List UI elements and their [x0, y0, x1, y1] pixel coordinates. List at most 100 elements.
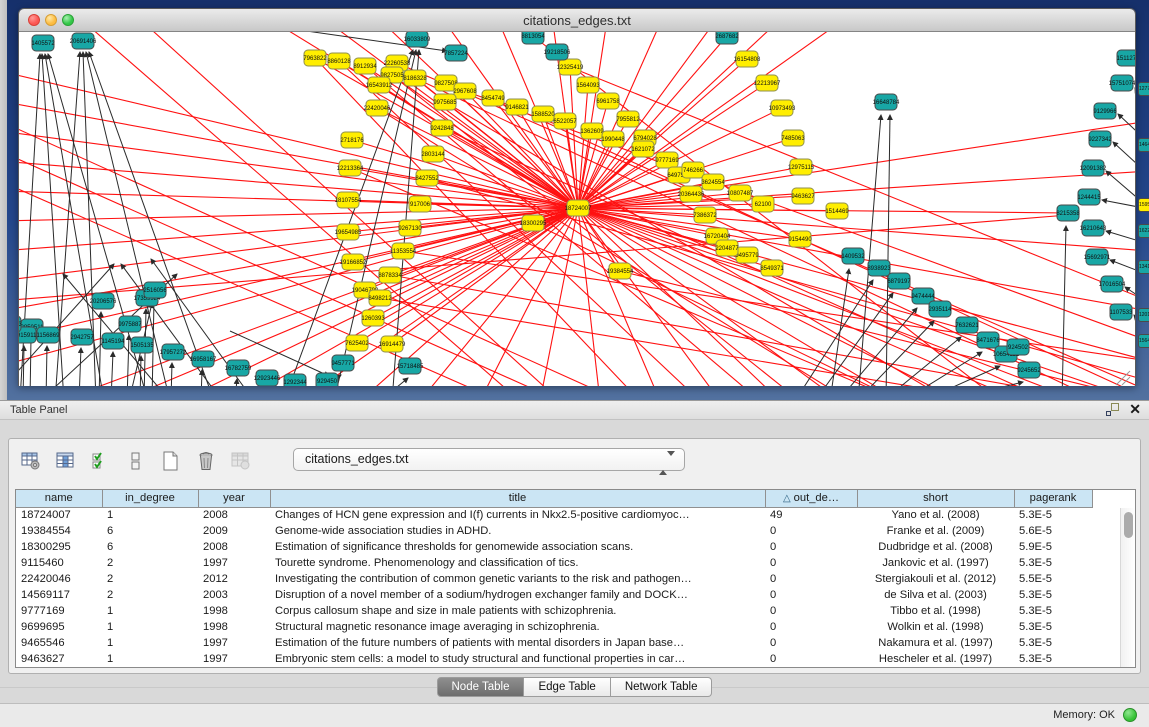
svg-text:9777169: 9777169 — [655, 158, 679, 164]
tab-network-table[interactable]: Network Table — [611, 677, 713, 697]
svg-text:16210643: 16210643 — [1080, 226, 1107, 232]
table-tabs-row: Node Table Edge Table Network Table — [0, 677, 1149, 699]
column-header-year[interactable]: year — [198, 490, 270, 507]
table-row[interactable]: 946362711997Embryonic stem cells: a mode… — [16, 651, 1120, 667]
tab-edge-table[interactable]: Edge Table — [524, 677, 610, 697]
table-row[interactable]: 946554611997Estimation of the future num… — [16, 635, 1120, 651]
svg-text:9227342: 9227342 — [1088, 137, 1112, 143]
svg-text:16154808: 16154808 — [734, 57, 761, 63]
svg-text:17016504: 17016504 — [1099, 282, 1126, 288]
delete-table-button[interactable] — [229, 449, 253, 473]
table-selector-dropdown[interactable]: citations_edges.txt — [293, 448, 685, 471]
svg-text:7625402: 7625402 — [345, 341, 369, 347]
column-header-title[interactable]: title — [270, 490, 765, 507]
network-desktop: citations_edges.txt 18724007796382288601… — [0, 0, 1149, 400]
table-panel: Table Panel ✕ — [0, 400, 1149, 703]
graph-node[interactable]: 15958 — [1138, 198, 1149, 212]
column-header-out-degree[interactable]: △out_de… — [765, 490, 857, 507]
svg-text:12325419: 12325419 — [557, 65, 584, 71]
node-table-subpanel: f(x) citations_edges.txt name in_degree — [8, 438, 1141, 674]
svg-text:8215358: 8215358 — [1056, 211, 1080, 217]
svg-text:9146821: 9146821 — [505, 105, 529, 111]
svg-text:9267130: 9267130 — [398, 226, 422, 232]
table-row[interactable]: 969969511998Structural magnetic resonanc… — [16, 619, 1120, 635]
svg-text:8912934: 8912934 — [353, 64, 377, 70]
svg-text:1505135: 1505135 — [130, 343, 154, 349]
table-row[interactable]: 1830029562008Estimation of significance … — [16, 539, 1120, 555]
column-header-filler — [1092, 490, 1120, 507]
svg-text:8498212: 8498212 — [368, 296, 392, 302]
svg-text:8878334: 8878334 — [378, 273, 402, 279]
table-scrollbar[interactable] — [1120, 508, 1135, 667]
svg-text:9245652: 9245652 — [1017, 368, 1041, 374]
svg-text:7955812: 7955812 — [616, 117, 640, 123]
column-header-in-degree[interactable]: in_degree — [102, 490, 198, 507]
table-mode-button[interactable] — [19, 449, 43, 473]
graph-node[interactable]: 146432 — [1138, 138, 1149, 152]
show-columns-button[interactable] — [54, 449, 78, 473]
svg-text:2803144: 2803144 — [421, 152, 445, 158]
create-column-button[interactable] — [159, 449, 183, 473]
table-row[interactable]: 1938455462009Genome-wide association stu… — [16, 523, 1120, 539]
svg-text:10973493: 10973493 — [769, 106, 796, 112]
svg-text:12975115: 12975115 — [788, 165, 815, 171]
svg-text:7485063: 7485063 — [781, 136, 805, 142]
svg-text:8454749: 8454749 — [481, 96, 505, 102]
graph-node[interactable]: 134125 — [1138, 260, 1149, 274]
graph-node[interactable]: 120103 — [1138, 308, 1149, 322]
svg-text:1511274: 1511274 — [1117, 56, 1135, 62]
svg-text:15718485: 15718485 — [397, 364, 424, 370]
table-row[interactable]: 2242004622012Investigating the contribut… — [16, 571, 1120, 587]
svg-text:8186328: 8186328 — [403, 76, 427, 82]
graph-node[interactable]: 162213 — [1138, 224, 1149, 238]
svg-text:6961758: 6961758 — [596, 99, 620, 105]
svg-text:2204877: 2204877 — [715, 246, 739, 252]
column-header-short[interactable]: short — [857, 490, 1014, 507]
svg-text:18300295: 18300295 — [520, 221, 547, 227]
svg-text:22420046: 22420046 — [364, 106, 391, 112]
svg-text:6879197: 6879197 — [887, 279, 911, 285]
svg-text:19384554: 19384554 — [607, 269, 634, 275]
svg-text:20364436: 20364436 — [678, 192, 705, 198]
table-row[interactable]: 977716911998Corpus callosum shape and si… — [16, 603, 1120, 619]
clear-selection-button[interactable] — [124, 449, 148, 473]
column-header-pagerank[interactable]: pagerank — [1014, 490, 1092, 507]
network-window-titlebar[interactable]: citations_edges.txt — [19, 9, 1135, 32]
svg-text:2687682: 2687682 — [715, 34, 739, 40]
select-all-button[interactable] — [89, 449, 113, 473]
delete-column-button[interactable] — [194, 449, 218, 473]
svg-text:9463627: 9463627 — [791, 194, 815, 200]
svg-text:746266: 746266 — [683, 168, 704, 174]
graph-node[interactable]: 127743 — [1138, 82, 1149, 96]
table-scrollbar-thumb[interactable] — [1124, 512, 1133, 538]
status-bar: Memory: OK — [0, 703, 1149, 727]
svg-text:18724007: 18724007 — [565, 206, 592, 212]
graph-node[interactable]: 156440 — [1138, 334, 1149, 348]
table-row[interactable]: 1872400712008Changes of HCN gene express… — [16, 507, 1120, 523]
svg-text:2935114: 2935114 — [929, 307, 953, 313]
svg-text:8860128: 8860128 — [327, 59, 351, 65]
memory-status-label: Memory: OK — [1053, 709, 1115, 721]
svg-text:12213967: 12213967 — [754, 81, 781, 87]
float-panel-icon[interactable] — [1106, 403, 1119, 416]
node-table-body: 1872400712008Changes of HCN gene express… — [16, 507, 1120, 667]
svg-text:16720404: 16720404 — [704, 234, 731, 240]
network-canvas[interactable]: 1872400779638228860128891293422260538982… — [19, 32, 1135, 386]
svg-text:924502: 924502 — [1008, 345, 1029, 351]
svg-text:11353554: 11353554 — [390, 249, 417, 255]
close-panel-icon[interactable]: ✕ — [1129, 403, 1141, 416]
node-table: name in_degree year title △out_de… short… — [15, 489, 1136, 668]
svg-text:62100: 62100 — [755, 202, 772, 208]
network-window: citations_edges.txt 18724007796382288601… — [18, 8, 1136, 386]
memory-status-icon[interactable] — [1123, 708, 1137, 722]
svg-text:1588520: 1588520 — [531, 112, 555, 118]
svg-text:16958167: 16958167 — [190, 357, 217, 363]
table-row[interactable]: 1456911722003Disruption of a novel membe… — [16, 587, 1120, 603]
desktop-edge-sliver — [0, 0, 7, 400]
svg-text:917006: 917006 — [410, 202, 431, 208]
svg-text:19218506: 19218506 — [544, 50, 571, 56]
column-header-name[interactable]: name — [16, 490, 102, 507]
table-row[interactable]: 911546021997Tourette syndrome. Phenomeno… — [16, 555, 1120, 571]
tab-node-table[interactable]: Node Table — [437, 677, 525, 697]
svg-text:1564093: 1564093 — [576, 83, 600, 89]
